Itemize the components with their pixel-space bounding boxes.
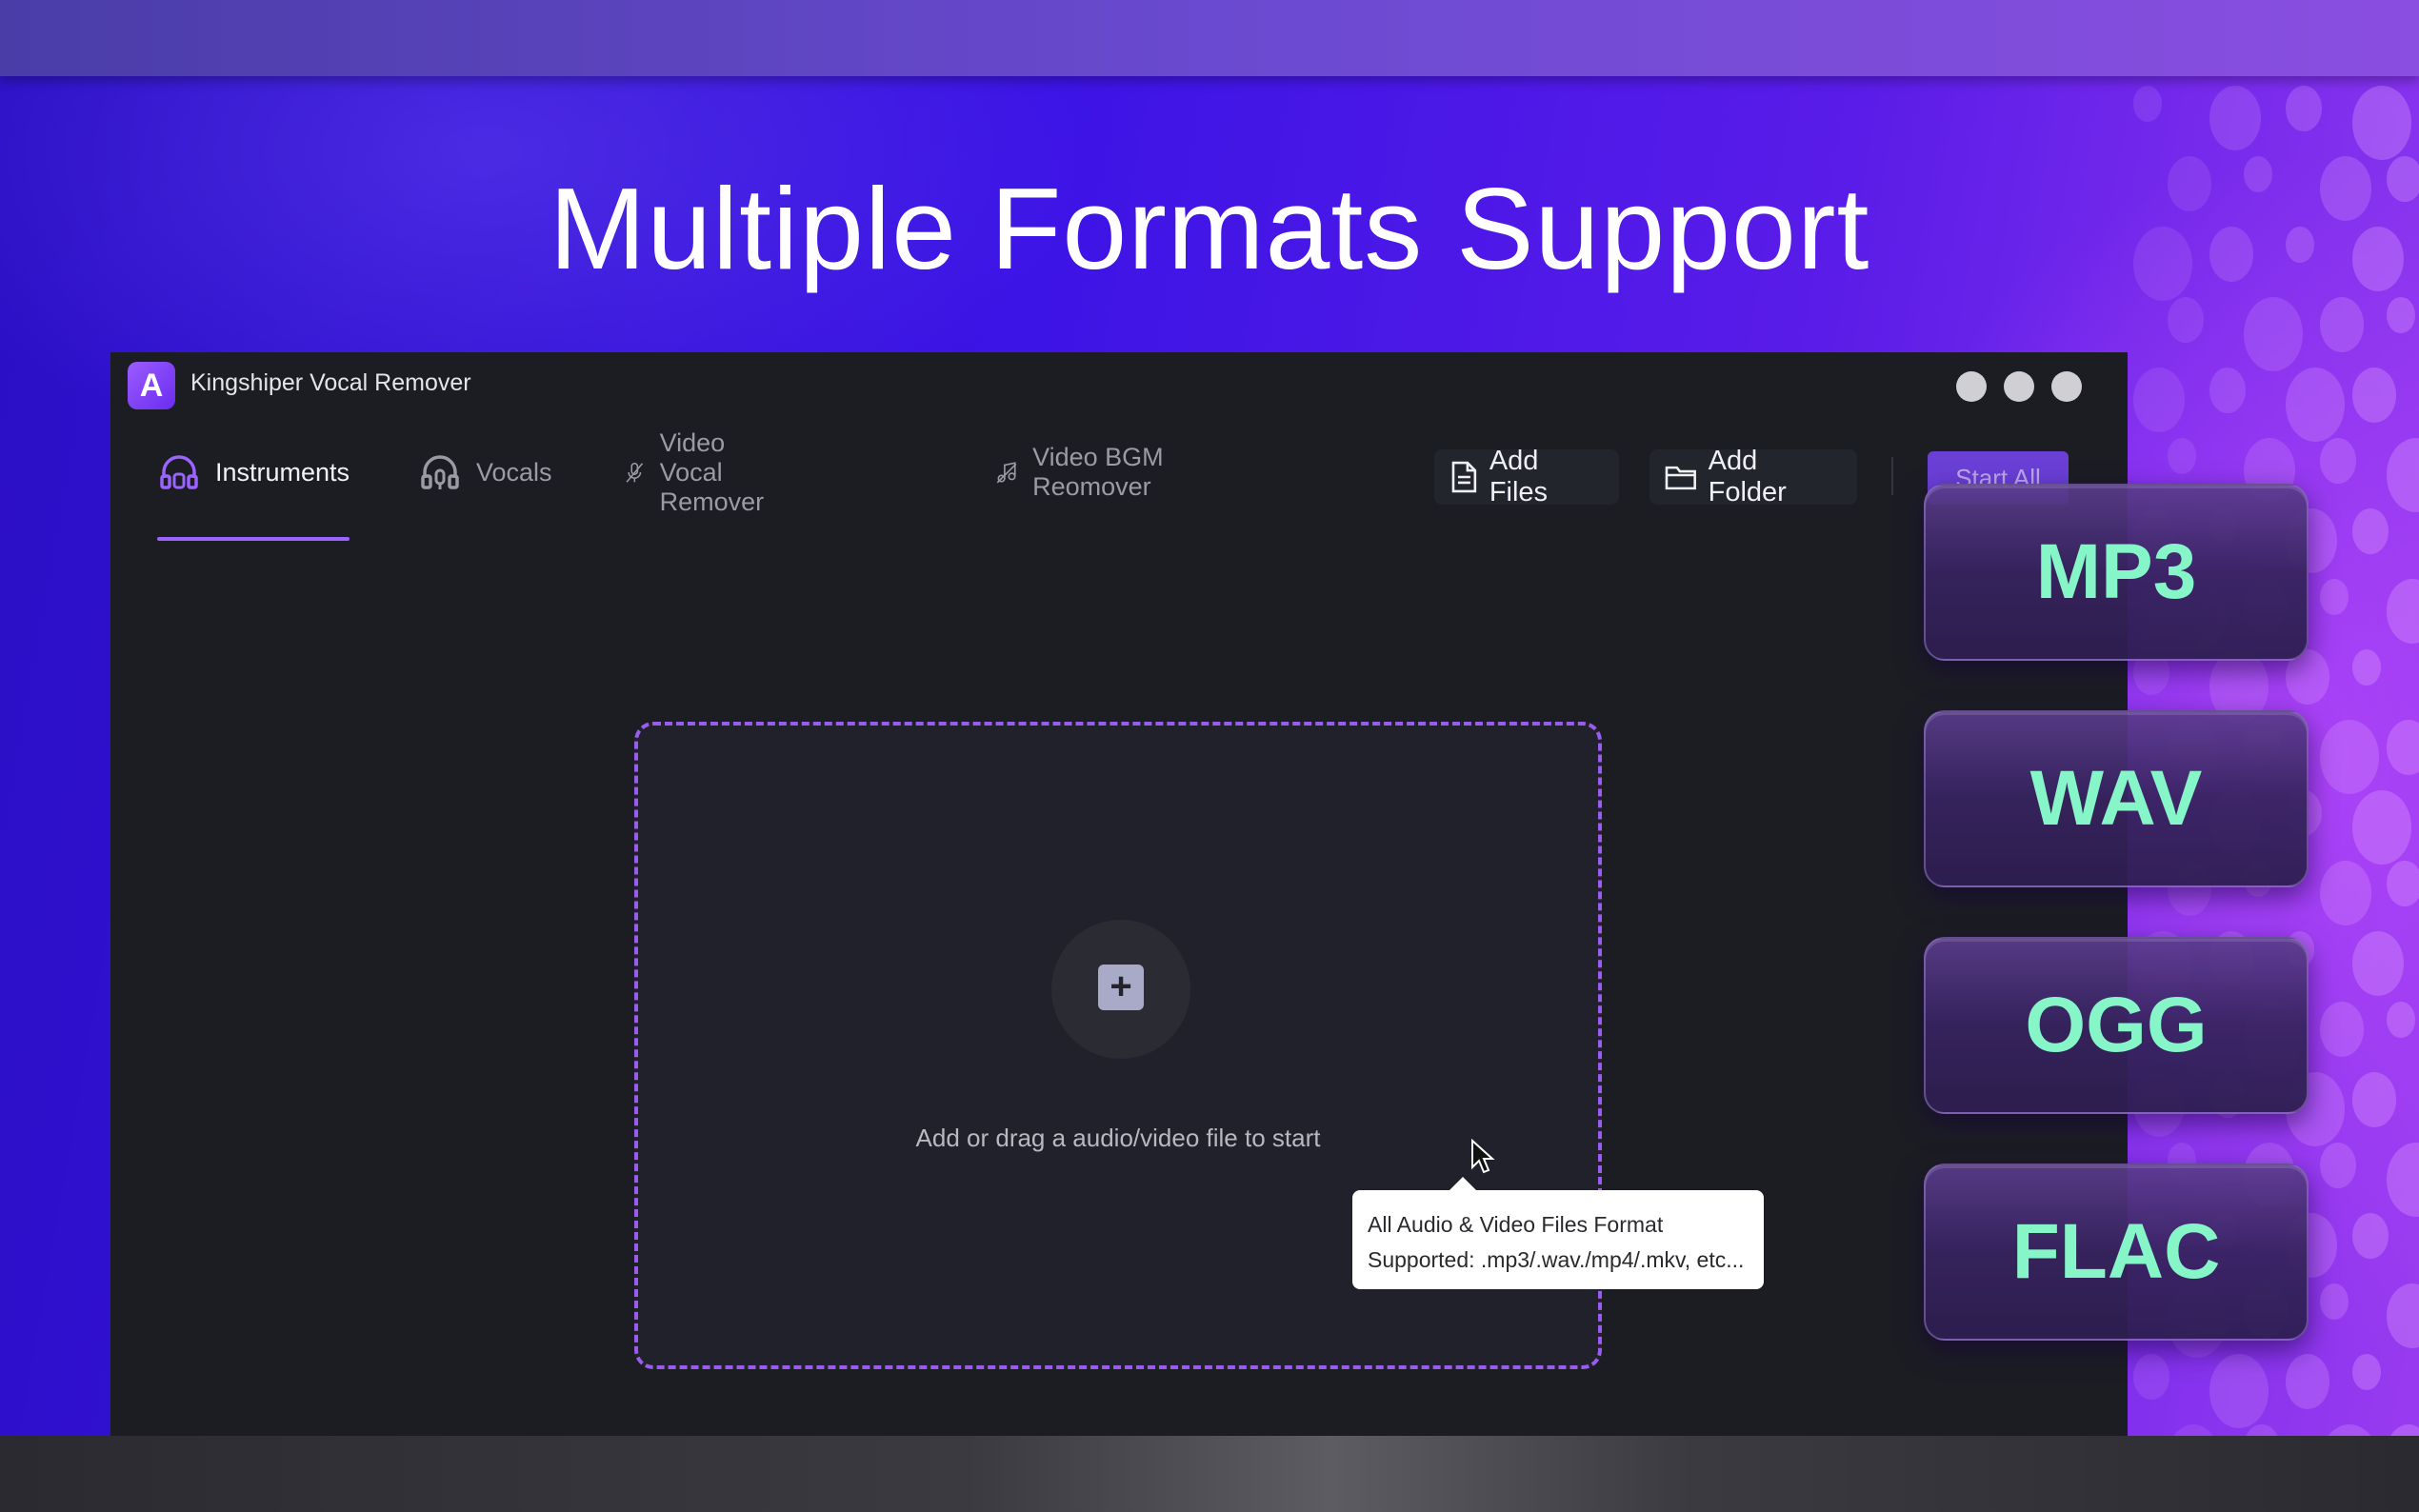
add-folder-button[interactable]: Add Folder [1649, 446, 1857, 507]
active-tab-indicator [157, 537, 350, 541]
headphones-icon [160, 455, 198, 489]
mouse-cursor-icon [1471, 1139, 1495, 1174]
bottom-strip [0, 1436, 2419, 1512]
headline: Multiple Formats Support [549, 164, 1870, 293]
add-file-circle[interactable]: + [1051, 920, 1190, 1059]
add-folder-label: Add Folder [1708, 446, 1787, 507]
mic-off-icon [626, 462, 644, 483]
tooltip-line-2: Supported: .mp3/.wav./mp4/.mkv, etc... [1368, 1247, 1745, 1272]
app-window: A Kingshiper Vocal Remover Instruments V… [110, 352, 2128, 1436]
format-card-flac: FLAC [1924, 1164, 2309, 1341]
top-strip [0, 0, 2419, 76]
file-icon [1451, 461, 1477, 493]
format-label: OGG [2025, 982, 2208, 1068]
formats-tooltip: All Audio & Video Files Format Supported… [1352, 1177, 1764, 1289]
minimize-button[interactable] [1956, 371, 1987, 402]
format-label: MP3 [2035, 528, 2197, 615]
tab-vocals[interactable]: Vocals [417, 444, 552, 501]
maximize-button[interactable] [2004, 371, 2034, 402]
format-label: FLAC [2011, 1208, 2221, 1295]
folder-icon [1665, 466, 1696, 490]
format-card-wav: WAV [1924, 710, 2309, 887]
toolbar-divider [1891, 457, 1893, 495]
close-button[interactable] [2051, 371, 2082, 402]
format-label: WAV [2029, 755, 2203, 842]
title-bar: A Kingshiper Vocal Remover [110, 352, 2128, 415]
tab-label: Vocals [476, 457, 552, 487]
format-card-ogg: OGG [1924, 937, 2309, 1114]
tab-label: Video BGM Reomover [1032, 443, 1164, 501]
tab-instruments[interactable]: Instruments [156, 444, 350, 501]
tab-video-vocal-remover[interactable]: Video Vocal Remover [623, 428, 787, 516]
app-logo-icon: A [128, 362, 175, 409]
format-card-mp3: MP3 [1924, 484, 2309, 661]
app-title: Kingshiper Vocal Remover [190, 369, 471, 396]
tab-video-bgm-remover[interactable]: Video BGM Reomover [994, 443, 1172, 501]
music-off-icon [996, 462, 1017, 484]
headphones-mic-icon [421, 455, 459, 489]
add-files-button[interactable]: Add Files [1434, 446, 1619, 507]
tab-label: Instruments [215, 457, 350, 487]
tab-label: Video Vocal Remover [659, 428, 765, 516]
plus-icon: + [1098, 965, 1144, 1010]
tooltip-line-1: All Audio & Video Files Format [1368, 1212, 1664, 1237]
add-files-label: Add Files [1489, 446, 1549, 507]
drop-hint: Add or drag a audio/video file to start [915, 1124, 1321, 1152]
